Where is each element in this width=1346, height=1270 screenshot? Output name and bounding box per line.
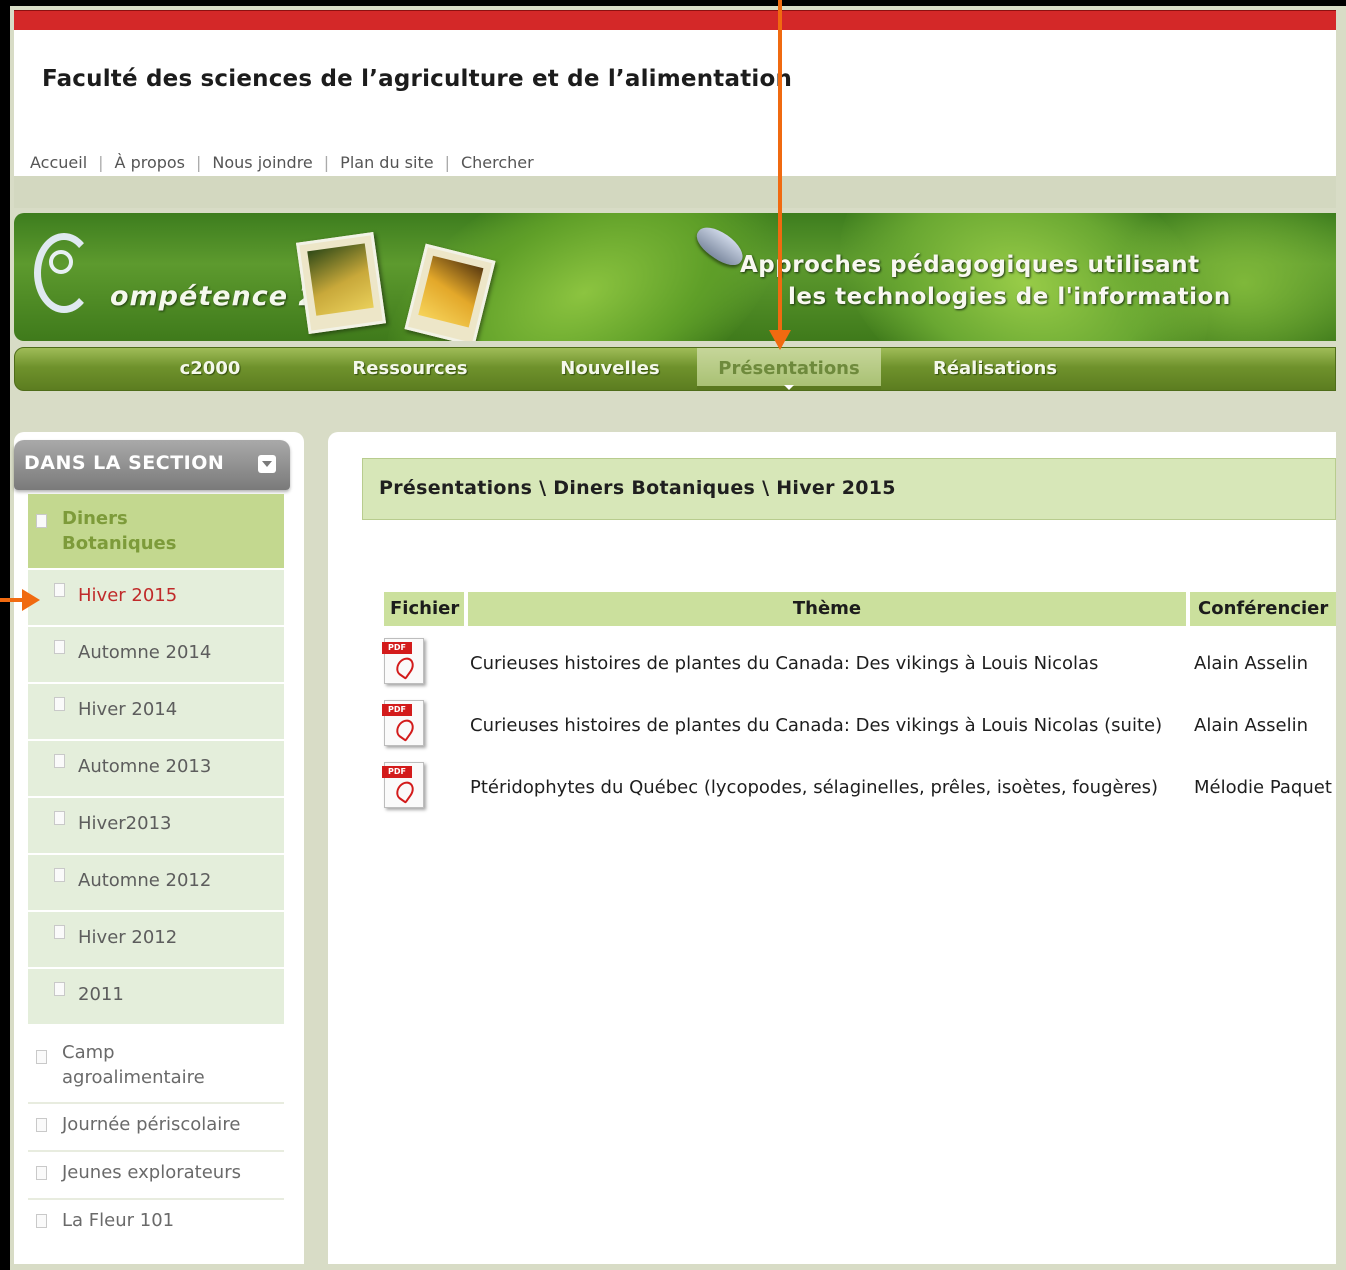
- sidebar-item-label: Journée périscolaire: [62, 1114, 241, 1135]
- nav-item-realisations[interactable]: Réalisations: [915, 348, 1075, 390]
- sidebar-subitem-automne-2013[interactable]: Automne 2013: [28, 741, 284, 798]
- link-separator: |: [444, 153, 450, 172]
- link-plan-du-site[interactable]: Plan du site: [340, 153, 433, 172]
- link-chercher[interactable]: Chercher: [461, 153, 534, 172]
- link-separator: |: [196, 153, 202, 172]
- nav-item-c2000[interactable]: c2000: [135, 348, 285, 390]
- document-icon: [54, 640, 65, 654]
- sidebar-heading[interactable]: DANS LA SECTION: [14, 440, 290, 490]
- banner-tagline: Approches pédagogiques utilisant les tec…: [740, 249, 1231, 313]
- sidebar-section-group: Diners Botaniques Hiver 2015 Automne 201…: [28, 494, 284, 1026]
- document-icon: [54, 868, 65, 882]
- document-icon: [36, 1166, 47, 1180]
- annotation-arrow-head-icon: [769, 330, 791, 350]
- document-icon: [36, 1118, 47, 1132]
- sidebar-item-label: Hiver 2012: [78, 927, 178, 948]
- sidebar-item-label: Hiver2013: [78, 813, 172, 834]
- document-icon: [36, 1214, 47, 1228]
- table-row-theme: Curieuses histoires de plantes du Canada…: [470, 715, 1163, 736]
- link-separator: |: [323, 153, 330, 172]
- sidebar-item-label: Hiver 2014: [78, 699, 178, 720]
- sidebar-subitem-automne-2014[interactable]: Automne 2014: [28, 627, 284, 684]
- tagline-line-2: les technologies de l'information: [788, 284, 1231, 310]
- breadcrumb-text: Présentations \ Diners Botaniques \ Hive…: [379, 477, 896, 499]
- sidebar-subitem-hiver-2013[interactable]: Hiver2013: [28, 798, 284, 855]
- sidebar-item-camp-agroalimentaire[interactable]: Camp agroalimentaire: [28, 1030, 284, 1104]
- document-icon: [54, 925, 65, 939]
- sidebar-item-label: Jeunes explorateurs: [62, 1162, 241, 1183]
- pdf-file-link[interactable]: PDF: [382, 762, 430, 810]
- sidebar-subitem-hiver-2012[interactable]: Hiver 2012: [28, 912, 284, 969]
- sidebar-item-label: Automne 2014: [78, 642, 212, 663]
- nav-item-nouvelles[interactable]: Nouvelles: [530, 348, 690, 390]
- document-icon: [36, 1050, 47, 1064]
- sidebar-item-label: Automne 2012: [78, 870, 212, 891]
- link-accueil[interactable]: Accueil: [30, 153, 87, 172]
- header-band: [14, 176, 1336, 208]
- document-icon: [54, 697, 65, 711]
- table-row-speaker: Alain Asselin: [1194, 653, 1309, 674]
- column-header-fichier: Fichier: [384, 592, 464, 626]
- collapse-arrow-icon[interactable]: [258, 455, 276, 473]
- document-icon: [54, 811, 65, 825]
- main-nav: c2000 Ressources Nouvelles Présentations…: [14, 347, 1336, 391]
- sidebar-item-label: Automne 2013: [78, 756, 212, 777]
- sidebar-subitem-hiver-2015[interactable]: Hiver 2015: [28, 570, 284, 627]
- competence-logo-icon[interactable]: [34, 233, 94, 313]
- site-banner: ompétence 2000 Approches pédagogiques ut…: [14, 213, 1336, 341]
- pdf-icon: PDF: [382, 762, 424, 808]
- sidebar-item-diners-botaniques[interactable]: Diners Botaniques: [28, 494, 284, 570]
- sidebar-item-la-fleur-101[interactable]: La Fleur 101: [28, 1200, 284, 1246]
- table-row-speaker: Alain Asselin: [1194, 715, 1309, 736]
- sidebar-subitem-automne-2012[interactable]: Automne 2012: [28, 855, 284, 912]
- sidebar-item-jeunes-explorateurs[interactable]: Jeunes explorateurs: [28, 1152, 284, 1200]
- nav-item-ressources[interactable]: Ressources: [325, 348, 495, 390]
- sidebar-item-journee-periscolaire[interactable]: Journée périscolaire: [28, 1104, 284, 1152]
- table-row-theme: Ptéridophytes du Québec (lycopodes, séla…: [470, 777, 1159, 798]
- document-icon: [36, 514, 47, 528]
- top-links: Accueil | À propos | Nous joindre | Plan…: [30, 153, 534, 172]
- sidebar-item-label: La Fleur 101: [62, 1210, 175, 1231]
- pdf-icon: PDF: [382, 700, 424, 746]
- corn-photo: [295, 232, 387, 334]
- document-icon: [54, 754, 65, 768]
- pdf-icon: PDF: [382, 638, 424, 684]
- pdf-file-link[interactable]: PDF: [382, 638, 430, 686]
- column-header-theme: Thème: [468, 592, 1186, 626]
- sidebar-item-label: Hiver 2015: [78, 585, 178, 606]
- document-icon: [54, 583, 65, 597]
- caret-down-icon: [784, 385, 794, 390]
- link-nous-joindre[interactable]: Nous joindre: [212, 153, 312, 172]
- faculty-title: Faculté des sciences de l’agriculture et…: [42, 66, 793, 92]
- table-row-speaker: Mélodie Paquet: [1194, 777, 1332, 798]
- column-header-conferencier: Conférencier: [1190, 592, 1336, 626]
- main-content: [328, 432, 1336, 1264]
- pdf-file-link[interactable]: PDF: [382, 700, 430, 748]
- sidebar-item-label: 2011: [78, 984, 124, 1005]
- link-a-propos[interactable]: À propos: [115, 153, 185, 172]
- annotation-arrow-head-icon: [22, 589, 40, 611]
- sidebar-item-label: Camp agroalimentaire: [62, 1042, 205, 1088]
- link-separator: |: [98, 153, 104, 172]
- top-red-bar: [14, 10, 1336, 31]
- breadcrumb: Présentations \ Diners Botaniques \ Hive…: [362, 458, 1336, 520]
- sidebar-heading-title: DANS LA SECTION: [24, 452, 225, 474]
- nav-item-presentations[interactable]: Présentations: [697, 348, 881, 390]
- document-icon: [54, 982, 65, 996]
- annotation-arrow-down: [778, 0, 782, 340]
- sidebar-subitem-2011[interactable]: 2011: [28, 969, 284, 1026]
- table-row-theme: Curieuses histoires de plantes du Canada…: [470, 653, 1099, 674]
- sidebar-item-label: Diners Botaniques: [62, 508, 177, 554]
- nav-item-presentations-label: Présentations: [718, 358, 860, 379]
- tagline-line-1: Approches pédagogiques utilisant: [740, 252, 1200, 278]
- sidebar-subitem-hiver-2014[interactable]: Hiver 2014: [28, 684, 284, 741]
